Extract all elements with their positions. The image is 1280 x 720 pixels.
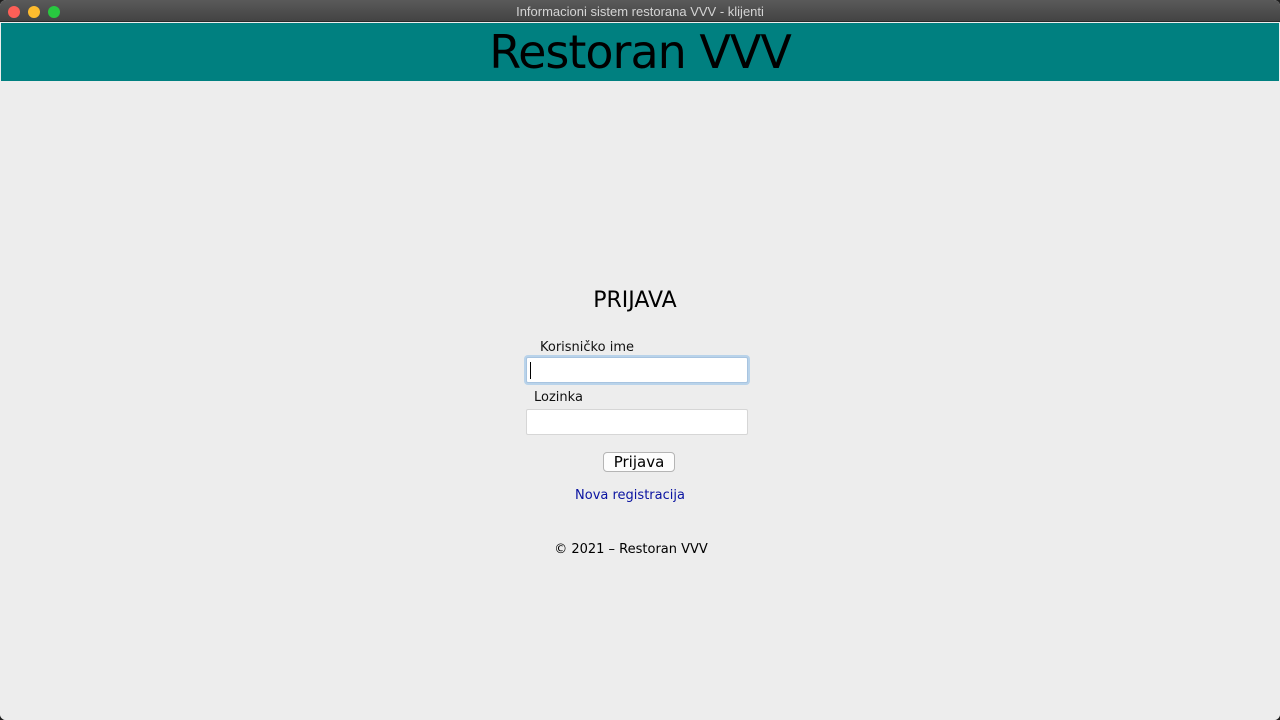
username-input[interactable] [527,358,747,382]
username-field-wrapper[interactable] [526,357,748,383]
login-heading: PRIJAVA [593,288,677,313]
login-panel: PRIJAVA Korisničko ime Lozinka Prijava N… [0,81,1280,720]
login-button[interactable]: Prijava [603,452,675,472]
title-bar[interactable]: Informacioni sistem restorana VVV - klij… [0,0,1280,22]
copyright-footer: © 2021 – Restoran VVV [554,542,708,557]
app-title: Restoran VVV [489,25,792,79]
app-window: Informacioni sistem restorana VVV - klij… [0,0,1280,720]
password-field-wrapper[interactable] [526,409,748,435]
register-link[interactable]: Nova registracija [540,488,720,503]
username-label: Korisničko ime [540,340,634,355]
password-input[interactable] [527,410,747,434]
text-caret [530,362,531,379]
password-label: Lozinka [534,390,583,405]
window-title: Informacioni sistem restorana VVV - klij… [516,4,764,19]
app-header: Restoran VVV [1,23,1279,81]
